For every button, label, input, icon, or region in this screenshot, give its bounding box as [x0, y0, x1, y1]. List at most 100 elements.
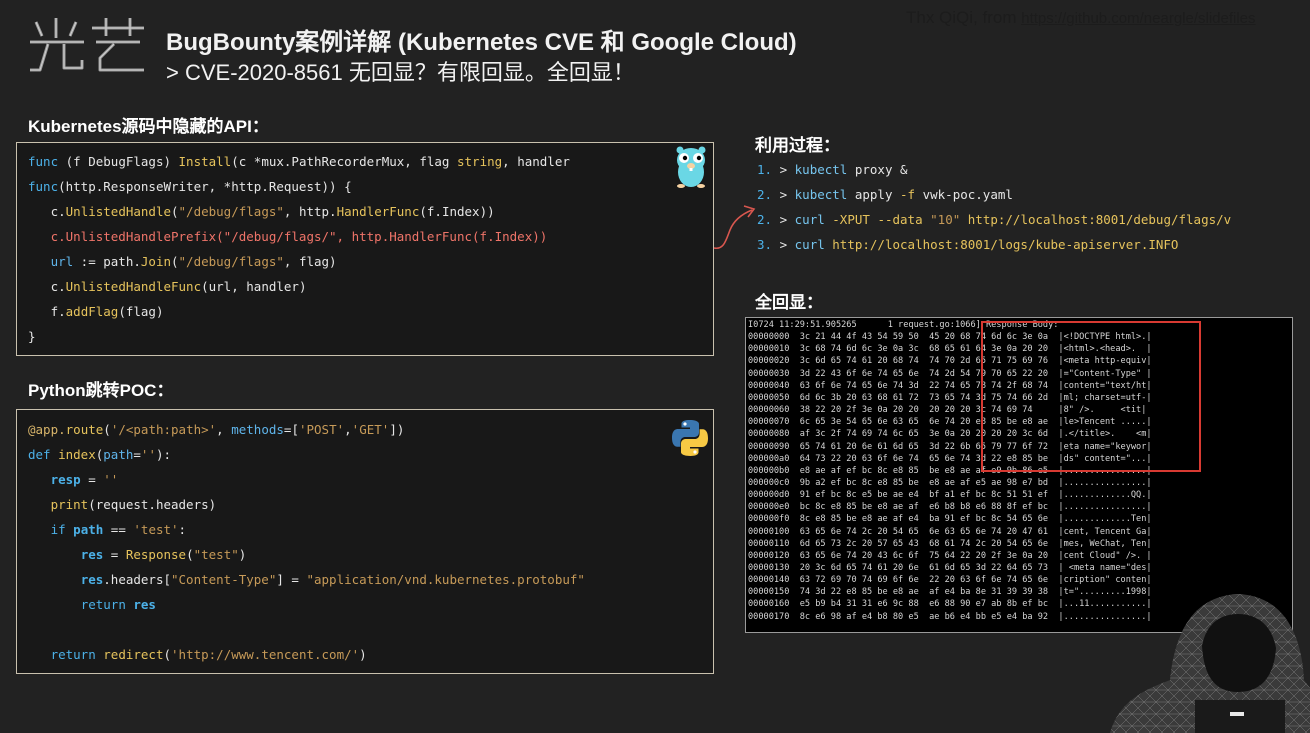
- code-token: c.: [28, 204, 66, 219]
- code-token: , flag): [283, 254, 337, 269]
- step-command: 2. > kubectl apply -f vwk-poc.yaml: [757, 187, 1013, 202]
- hexdump-line: 00000120 63 65 6e 74 20 43 6c 6f 75 64 2…: [748, 550, 1152, 561]
- command-token: curl: [794, 237, 825, 252]
- hooded-hacker-icon: [1110, 594, 1310, 733]
- code-token: 'GET': [351, 422, 390, 437]
- code-token: "test": [193, 547, 239, 562]
- python-code-line: res.headers["Content-Type"] = "applicati…: [28, 572, 585, 587]
- command-token: -XPUT: [832, 212, 870, 227]
- go-code-line: c.UnlistedHandleFunc(url, handler): [28, 279, 307, 294]
- command-token: apply: [847, 187, 901, 202]
- code-token: string: [457, 154, 503, 169]
- command-token: vwk-poc.yaml: [915, 187, 1013, 202]
- code-token: url: [28, 254, 74, 269]
- code-token: '': [140, 447, 156, 462]
- command-token: [923, 212, 931, 227]
- code-token: "/debug/flags": [178, 204, 284, 219]
- code-token: if: [50, 522, 66, 537]
- code-token: HandlerFunc: [336, 204, 420, 219]
- python-code-block: @app.route('/<path:path>', methods=['POS…: [16, 409, 714, 674]
- code-token: c.UnlistedHandlePrefix("/debug/flags/", …: [28, 229, 548, 244]
- python-code-line: return res: [28, 597, 156, 612]
- command-token: 2.: [757, 212, 773, 227]
- command-token: 1.: [757, 162, 773, 177]
- command-token: [960, 212, 968, 227]
- command-token: --data: [877, 212, 923, 227]
- code-token: func: [28, 154, 59, 169]
- arrow-icon: [713, 205, 756, 250]
- command-token: "10": [930, 212, 961, 227]
- code-token: path: [73, 522, 104, 537]
- code-token: .headers[: [103, 572, 171, 587]
- code-token: ):: [155, 447, 172, 462]
- command-token: http://localhost:8001/debug/flags/v: [967, 212, 1232, 227]
- code-token: ): [359, 647, 367, 662]
- hexdump-line: 00000130 20 3c 6d 65 74 61 20 6e 61 6d 6…: [748, 563, 1152, 573]
- step-command: 2. > curl -XPUT --data "10" http://local…: [757, 212, 1231, 227]
- python-code-line: @app.route('/<path:path>', methods=['POS…: [28, 422, 404, 437]
- credit-text: Thx QiQi, from: [906, 8, 1022, 27]
- python-section-title: Python跳转POC：: [28, 381, 174, 400]
- slide-subtitle: > CVE-2020-8561 无回显？有限回显。全回显！: [166, 60, 635, 85]
- command-token: 2.: [757, 187, 773, 202]
- code-token: (flag): [118, 304, 164, 319]
- brand-logo: [30, 18, 144, 72]
- code-token: path: [103, 447, 134, 462]
- code-token: =[: [283, 422, 299, 437]
- code-token: addFlag: [65, 304, 119, 319]
- code-token: (request.headers): [88, 497, 217, 512]
- code-token: res: [133, 597, 156, 612]
- code-token: ): [238, 547, 247, 562]
- python-code-line: def index(path=''):: [28, 447, 171, 462]
- command-token: >: [772, 187, 795, 202]
- step-command: 3. > curl http://localhost:8001/logs/kub…: [757, 237, 1178, 252]
- code-token: =: [133, 447, 141, 462]
- code-token: f.: [28, 304, 66, 319]
- code-token: '/<path:path>': [110, 422, 217, 437]
- code-token: =: [103, 547, 126, 562]
- code-token: (http.ResponseWriter, *http.Request)) {: [58, 179, 352, 194]
- command-token: proxy &: [847, 162, 908, 177]
- code-token: ==: [103, 522, 134, 537]
- code-token: (c *mux.PathRecorderMux, flag: [231, 154, 457, 169]
- code-token: ,: [216, 422, 232, 437]
- python-code-line: resp = '': [28, 472, 119, 487]
- command-token: curl: [794, 212, 825, 227]
- code-token: UnlistedHandle: [65, 204, 171, 219]
- code-token: index: [58, 447, 96, 462]
- code-token: (: [186, 547, 194, 562]
- gopher-icon: [676, 146, 706, 188]
- code-token: c.: [28, 279, 66, 294]
- code-token: '': [103, 472, 119, 487]
- hexdump-line: 000000c0 9b a2 ef bc 8c e8 85 be e8 ae a…: [748, 477, 1152, 488]
- highlight-box: [981, 321, 1201, 472]
- command-token: http://localhost:8001/logs/kube-apiserve…: [832, 237, 1179, 252]
- code-token: res: [80, 547, 104, 562]
- hexdump-line: 000000e0 bc 8c e8 85 be e8 ae af e6 b8 b…: [748, 502, 1152, 513]
- code-token: def: [28, 447, 51, 462]
- code-token: UnlistedHandleFunc: [65, 279, 202, 294]
- credit-link[interactable]: https://github.com/neargle/slidefiles: [1021, 10, 1255, 27]
- code-token: 'test': [133, 522, 179, 537]
- code-token: ] =: [276, 572, 307, 587]
- code-token: := path.: [73, 254, 141, 269]
- code-token: "/debug/flags": [178, 254, 284, 269]
- code-token: }: [28, 329, 36, 344]
- python-code-line: return redirect('http://www.tencent.com/…: [28, 647, 367, 662]
- steps-section-title: 利用过程：: [755, 136, 840, 155]
- code-token: (: [163, 647, 172, 662]
- python-code-line: if path == 'test':: [28, 522, 187, 537]
- go-code-line: func(http.ResponseWriter, *http.Request)…: [28, 179, 352, 194]
- code-token: :: [178, 522, 187, 537]
- hexdump-line: 00000110 6d 65 73 2c 20 57 65 43 68 61 7…: [748, 538, 1152, 549]
- hexdump-line: 000000d0 91 ef bc 8c e5 be ae e4 bf a1 e…: [748, 490, 1152, 501]
- code-token: (f DebugFlags): [58, 154, 179, 169]
- code-token: 'http://www.tencent.com/': [171, 647, 360, 662]
